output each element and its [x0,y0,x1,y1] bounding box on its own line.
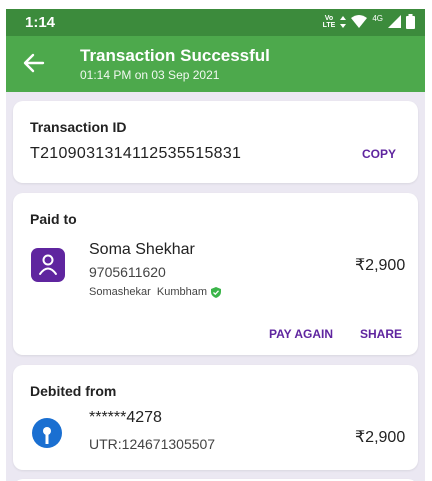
debited-amount: ₹2,900 [355,429,406,446]
debited-from-card: Debited from ******4278 UTR:124671305507… [13,365,418,470]
network-type-label: 4G [372,14,383,23]
wifi-icon [351,15,368,28]
paid-to-card: Paid to Soma Shekhar 9705611620 Somashek… [13,193,418,355]
status-bar: 1:14 Vo LTE 4G [6,9,425,36]
transaction-id-value: T2109031314112535515831 [30,145,242,162]
payee-name: Soma Shekhar [89,241,195,258]
bank-logo-icon [32,418,62,448]
verified-name-text: Somashekar Kumbham [89,286,207,298]
app-bar: Transaction Successful 01:14 PM on 03 Se… [6,36,425,92]
debited-from-label: Debited from [30,383,117,399]
transaction-id-label: Transaction ID [30,119,127,135]
status-time: 1:14 [25,14,56,31]
volte-icon: Vo LTE [322,14,336,29]
status-icons: Vo LTE 4G [323,14,415,29]
transaction-id-card: Transaction ID T2109031314112535515831 C… [13,101,418,183]
pay-again-button[interactable]: PAY AGAIN [269,327,333,341]
copy-button[interactable]: COPY [362,147,396,161]
share-button[interactable]: SHARE [360,327,402,341]
payee-phone: 9705611620 [89,264,166,280]
phone-screen: 1:14 Vo LTE 4G Transaction Successful 01… [6,9,425,481]
payee-verified-name: Somashekar Kumbham [89,286,221,298]
page-title: Transaction Successful [80,46,270,65]
signal-icon [388,15,401,28]
verified-shield-icon [211,286,221,298]
paid-to-label: Paid to [30,211,77,227]
account-number: ******4278 [89,409,162,426]
sbi-logo-icon [43,427,51,444]
paid-amount: ₹2,900 [355,257,406,274]
back-arrow-icon[interactable] [23,52,45,74]
page-subtitle: 01:14 PM on 03 Sep 2021 [80,68,220,82]
battery-icon [406,14,415,29]
utr-number: UTR:124671305507 [89,436,216,452]
data-arrows-icon [340,15,347,28]
person-icon [39,254,57,275]
avatar [31,248,65,282]
